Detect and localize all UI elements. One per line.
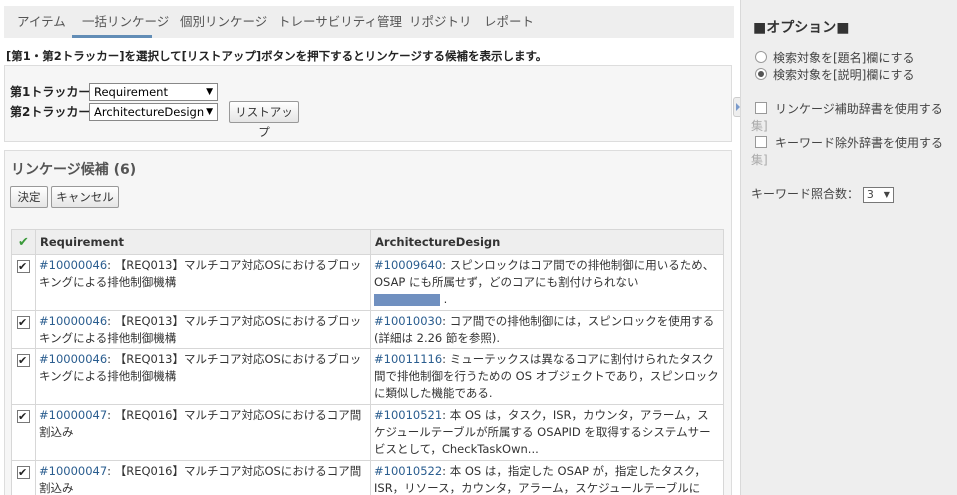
tab-traceability[interactable]: トレーサビリティ管理 — [278, 6, 402, 38]
tab-bulk-linkage[interactable]: 一括リンケージ — [72, 6, 169, 38]
tracker-selection-panel: 第1トラッカー Requirement ▼ 第2トラッカー Architectu… — [4, 65, 732, 142]
keyword-match-select[interactable]: 3 ▼ — [862, 186, 894, 203]
row-checkbox[interactable] — [17, 258, 30, 275]
chevron-down-icon: ▼ — [883, 189, 890, 199]
instruction-text: [第1・第2トラッカー]を選択して[リストアップ]ボタンを押下するとリンケージす… — [6, 49, 548, 63]
table-row: #10000047: 【REQ016】マルチコア対応OSにおけるコア間割込み #… — [11, 460, 724, 495]
exclude-dict-label: キーワード除外辞書を使用する — [775, 136, 944, 150]
assist-dict-edit-wrap[interactable]: 集] — [751, 117, 768, 134]
requirement-link[interactable]: #10000046 — [39, 258, 107, 272]
radio-desc-label: 検索対象を[説明]欄にする — [773, 68, 915, 82]
second-tracker-select[interactable]: ArchitectureDesign ▼ — [89, 103, 218, 121]
radio-title-label: 検索対象を[題名]欄にする — [773, 51, 915, 65]
redaction-block — [374, 293, 440, 306]
exclude-dict-checkbox[interactable] — [755, 136, 767, 148]
tab-items[interactable]: アイテム — [17, 6, 66, 38]
search-desc-option[interactable]: 検索対象を[説明]欄にする — [755, 66, 914, 83]
table-row: #10000047: 【REQ016】マルチコア対応OSにおけるコア間割込み #… — [11, 404, 724, 461]
requirement-link[interactable]: #10000046 — [39, 352, 107, 366]
assist-dict-option[interactable]: リンケージ補助辞書を使用する [編 — [755, 100, 957, 117]
tab-report[interactable]: レポート — [484, 6, 534, 38]
keyword-match-value: 3 — [866, 187, 874, 201]
second-tracker-value: ArchitectureDesign — [94, 105, 205, 119]
architecture-link[interactable]: #10010521 — [374, 408, 442, 422]
architecture-link[interactable]: #10009640 — [374, 258, 442, 272]
tab-individual-linkage[interactable]: 個別リンケージ — [180, 6, 267, 38]
exclude-dict-option[interactable]: キーワード除外辞書を使用する [編 — [755, 134, 957, 151]
row-checkbox[interactable] — [17, 464, 30, 481]
table-row: #10000046: 【REQ013】マルチコア対応OSにおけるブロッキングによ… — [11, 254, 724, 311]
second-tracker-label: 第2トラッカー — [10, 105, 91, 119]
radio-desc[interactable] — [755, 68, 767, 80]
candidates-panel: リンケージ候補 (6) 決定 キャンセル ✔ Requirement Archi… — [4, 150, 732, 495]
chevron-down-icon: ▼ — [206, 87, 213, 97]
first-tracker-value: Requirement — [94, 85, 168, 99]
architecture-header: ArchitectureDesign — [370, 229, 724, 255]
list-up-button[interactable]: リストアップ — [229, 101, 299, 139]
keyword-match-row: キーワード照合数： 3 ▼ — [751, 185, 894, 203]
tab-repository[interactable]: リポジトリ — [409, 6, 472, 38]
keyword-match-label: キーワード照合数： — [751, 187, 860, 201]
architecture-link[interactable]: #10010522 — [374, 464, 442, 478]
architecture-link[interactable]: #10011116 — [374, 352, 442, 366]
first-tracker-label: 第1トラッカー — [10, 85, 91, 99]
row-checkbox[interactable] — [17, 314, 30, 331]
row-checkbox[interactable] — [17, 408, 30, 425]
requirement-link[interactable]: #10000046 — [39, 314, 107, 328]
candidates-table: ✔ Requirement ArchitectureDesign #100000… — [11, 229, 724, 495]
assist-dict-checkbox[interactable] — [755, 102, 767, 114]
requirement-header: Requirement — [35, 229, 371, 255]
search-title-option[interactable]: 検索対象を[題名]欄にする — [755, 49, 914, 66]
options-sidebar: ■オプション■ 検索対象を[題名]欄にする 検索対象を[説明]欄にする リンケー… — [740, 0, 957, 495]
table-row: #10000046: 【REQ013】マルチコア対応OSにおけるブロッキングによ… — [11, 348, 724, 405]
chevron-down-icon: ▼ — [206, 107, 213, 117]
radio-title[interactable] — [755, 51, 767, 63]
checkmark-icon: ✔ — [18, 234, 29, 250]
architecture-link[interactable]: #10010030 — [374, 314, 442, 328]
exclude-dict-edit-wrap[interactable]: 集] — [751, 151, 768, 168]
candidates-title: リンケージ候補 (6) — [11, 162, 137, 178]
architecture-text-tail: . — [443, 292, 448, 306]
decide-button[interactable]: 決定 — [10, 186, 48, 208]
tab-bar: アイテム 一括リンケージ 個別リンケージ トレーサビリティ管理 リポジトリ レポ… — [4, 6, 734, 38]
requirement-link[interactable]: #10000047 — [39, 464, 107, 478]
select-all-header[interactable]: ✔ — [11, 229, 36, 255]
assist-dict-label: リンケージ補助辞書を使用する — [775, 102, 943, 116]
cancel-button[interactable]: キャンセル — [51, 186, 119, 208]
table-row: #10000046: 【REQ013】マルチコア対応OSにおけるブロッキングによ… — [11, 310, 724, 349]
main-panel: アイテム 一括リンケージ 個別リンケージ トレーサビリティ管理 リポジトリ レポ… — [0, 0, 740, 495]
requirement-link[interactable]: #10000047 — [39, 408, 107, 422]
first-tracker-select[interactable]: Requirement ▼ — [89, 83, 218, 101]
row-checkbox[interactable] — [17, 352, 30, 369]
options-title: ■オプション■ — [753, 20, 850, 36]
